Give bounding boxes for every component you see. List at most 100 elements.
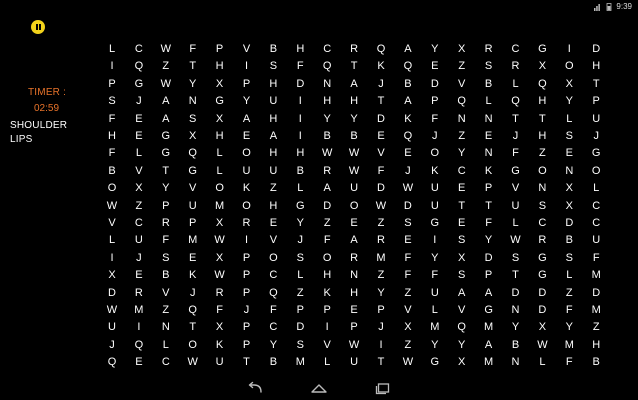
grid-cell[interactable]: W <box>399 180 417 197</box>
grid-cell[interactable]: C <box>587 198 605 215</box>
grid-cell[interactable]: S <box>507 250 525 267</box>
grid-cell[interactable]: O <box>587 163 605 180</box>
grid-cell[interactable]: E <box>453 180 471 197</box>
grid-cell[interactable]: X <box>211 250 229 267</box>
grid-cell[interactable]: K <box>426 163 444 180</box>
grid-cell[interactable]: N <box>560 163 578 180</box>
grid-cell[interactable]: O <box>533 163 551 180</box>
grid-cell[interactable]: Y <box>291 215 309 232</box>
grid-cell[interactable]: J <box>426 128 444 145</box>
grid-cell[interactable]: E <box>453 215 471 232</box>
grid-cell[interactable]: G <box>533 41 551 58</box>
grid-cell[interactable]: B <box>399 76 417 93</box>
grid-cell[interactable]: P <box>345 319 363 336</box>
grid-cell[interactable]: L <box>560 267 578 284</box>
grid-cell[interactable]: K <box>238 180 256 197</box>
grid-cell[interactable]: G <box>533 267 551 284</box>
grid-cell[interactable]: R <box>480 41 498 58</box>
grid-cell[interactable]: C <box>318 41 336 58</box>
grid-cell[interactable]: B <box>587 354 605 371</box>
grid-cell[interactable]: F <box>480 215 498 232</box>
grid-cell[interactable]: Q <box>184 302 202 319</box>
grid-cell[interactable]: W <box>157 41 175 58</box>
grid-cell[interactable]: P <box>211 41 229 58</box>
grid-cell[interactable]: F <box>399 267 417 284</box>
grid-cell[interactable]: E <box>184 250 202 267</box>
grid-cell[interactable]: F <box>184 41 202 58</box>
grid-cell[interactable]: R <box>345 250 363 267</box>
grid-cell[interactable]: N <box>318 76 336 93</box>
grid-cell[interactable]: O <box>211 180 229 197</box>
grid-cell[interactable]: Y <box>480 232 498 249</box>
grid-cell[interactable]: L <box>103 41 121 58</box>
grid-cell[interactable]: X <box>184 128 202 145</box>
grid-cell[interactable]: S <box>480 58 498 75</box>
grid-cell[interactable]: W <box>103 198 121 215</box>
grid-cell[interactable]: K <box>184 267 202 284</box>
grid-cell[interactable]: G <box>130 76 148 93</box>
grid-cell[interactable]: F <box>426 267 444 284</box>
grid-cell[interactable]: I <box>103 58 121 75</box>
grid-cell[interactable]: G <box>157 128 175 145</box>
grid-cell[interactable]: Y <box>157 180 175 197</box>
grid-cell[interactable]: Z <box>453 128 471 145</box>
grid-cell[interactable]: K <box>211 337 229 354</box>
grid-cell[interactable]: F <box>291 58 309 75</box>
grid-cell[interactable]: C <box>264 267 282 284</box>
grid-cell[interactable]: X <box>560 76 578 93</box>
grid-cell[interactable]: F <box>372 163 390 180</box>
grid-cell[interactable]: R <box>345 41 363 58</box>
back-icon[interactable] <box>245 381 265 395</box>
grid-cell[interactable]: S <box>157 250 175 267</box>
grid-cell[interactable]: H <box>264 76 282 93</box>
grid-cell[interactable]: Y <box>426 41 444 58</box>
grid-cell[interactable]: P <box>426 93 444 110</box>
grid-cell[interactable]: U <box>507 198 525 215</box>
grid-cell[interactable]: Z <box>587 319 605 336</box>
grid-cell[interactable]: S <box>560 250 578 267</box>
grid-cell[interactable]: P <box>103 76 121 93</box>
grid-cell[interactable]: T <box>184 58 202 75</box>
grid-cell[interactable]: B <box>157 267 175 284</box>
grid-cell[interactable]: T <box>507 111 525 128</box>
grid-cell[interactable]: F <box>560 302 578 319</box>
grid-cell[interactable]: Z <box>399 337 417 354</box>
grid-cell[interactable]: Q <box>130 337 148 354</box>
grid-cell[interactable]: R <box>238 215 256 232</box>
grid-cell[interactable]: H <box>291 145 309 162</box>
recents-icon[interactable] <box>373 381 393 395</box>
grid-cell[interactable]: B <box>480 76 498 93</box>
grid-cell[interactable]: P <box>238 76 256 93</box>
grid-cell[interactable]: X <box>453 354 471 371</box>
grid-cell[interactable]: F <box>103 145 121 162</box>
grid-cell[interactable]: V <box>453 302 471 319</box>
grid-cell[interactable]: T <box>453 198 471 215</box>
grid-cell[interactable]: U <box>426 285 444 302</box>
grid-cell[interactable]: I <box>103 250 121 267</box>
grid-cell[interactable]: W <box>103 302 121 319</box>
grid-cell[interactable]: P <box>587 93 605 110</box>
grid-cell[interactable]: L <box>130 145 148 162</box>
grid-cell[interactable]: I <box>238 58 256 75</box>
grid-cell[interactable]: S <box>264 58 282 75</box>
grid-cell[interactable]: D <box>480 250 498 267</box>
grid-cell[interactable]: E <box>130 128 148 145</box>
grid-cell[interactable]: F <box>103 111 121 128</box>
grid-cell[interactable]: F <box>426 111 444 128</box>
grid-cell[interactable]: R <box>157 215 175 232</box>
grid-cell[interactable]: Y <box>318 111 336 128</box>
grid-cell[interactable]: Q <box>372 41 390 58</box>
grid-cell[interactable]: G <box>426 354 444 371</box>
grid-cell[interactable]: N <box>480 145 498 162</box>
grid-cell[interactable]: Y <box>560 93 578 110</box>
grid-cell[interactable]: V <box>507 180 525 197</box>
grid-cell[interactable]: S <box>560 128 578 145</box>
grid-cell[interactable]: J <box>372 319 390 336</box>
grid-cell[interactable]: A <box>399 93 417 110</box>
grid-cell[interactable]: U <box>184 198 202 215</box>
grid-cell[interactable]: L <box>103 232 121 249</box>
grid-cell[interactable]: G <box>587 145 605 162</box>
grid-cell[interactable]: L <box>560 111 578 128</box>
grid-cell[interactable]: P <box>238 285 256 302</box>
grid-cell[interactable]: U <box>103 319 121 336</box>
